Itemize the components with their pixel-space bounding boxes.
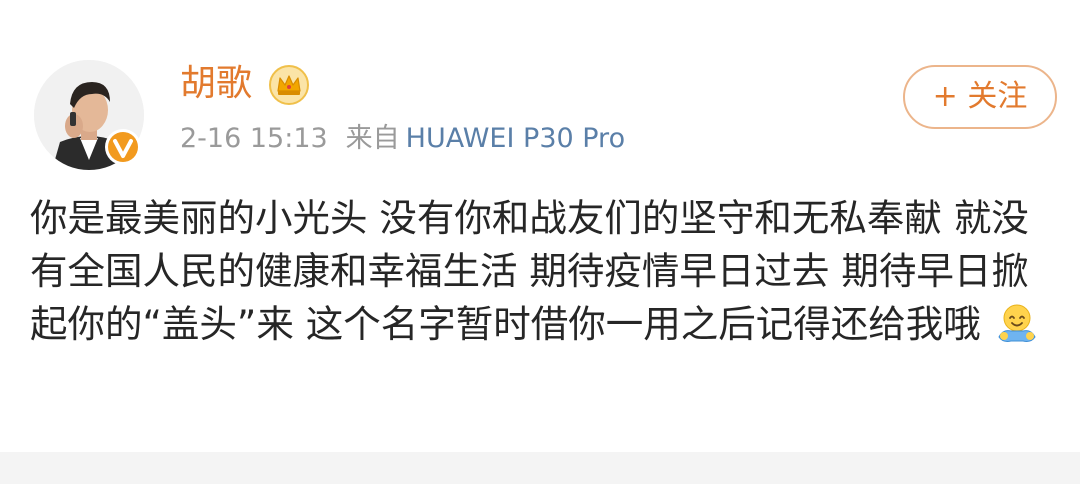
post-meta: 2-16 15:13 来自 HUAWEI P30 Pro xyxy=(180,121,625,157)
username[interactable]: 胡歌 xyxy=(180,62,252,106)
post-text: 你是最美丽的小光头 没有你和战友们的坚守和无私奉献 就没有全国人民的健康和幸福生… xyxy=(30,196,1029,346)
post-timestamp: 2-16 15:13 xyxy=(180,123,328,154)
hug-emoji-icon xyxy=(998,304,1036,342)
device-name[interactable]: HUAWEI P30 Pro xyxy=(406,123,625,154)
footer-divider xyxy=(0,452,1080,484)
crown-icon xyxy=(269,65,309,105)
follow-button[interactable]: + 关注 xyxy=(903,65,1057,129)
post-body: 你是最美丽的小光头 没有你和战友们的坚守和无私奉献 就没有全国人民的健康和幸福生… xyxy=(30,192,1060,351)
source-label: 来自 xyxy=(345,123,400,154)
weibo-post-card: 胡歌 2-16 15:13 来自 HUAWEI P30 Pro + 关注 你是最美丽… xyxy=(0,0,1080,452)
verified-badge-icon xyxy=(105,129,141,165)
